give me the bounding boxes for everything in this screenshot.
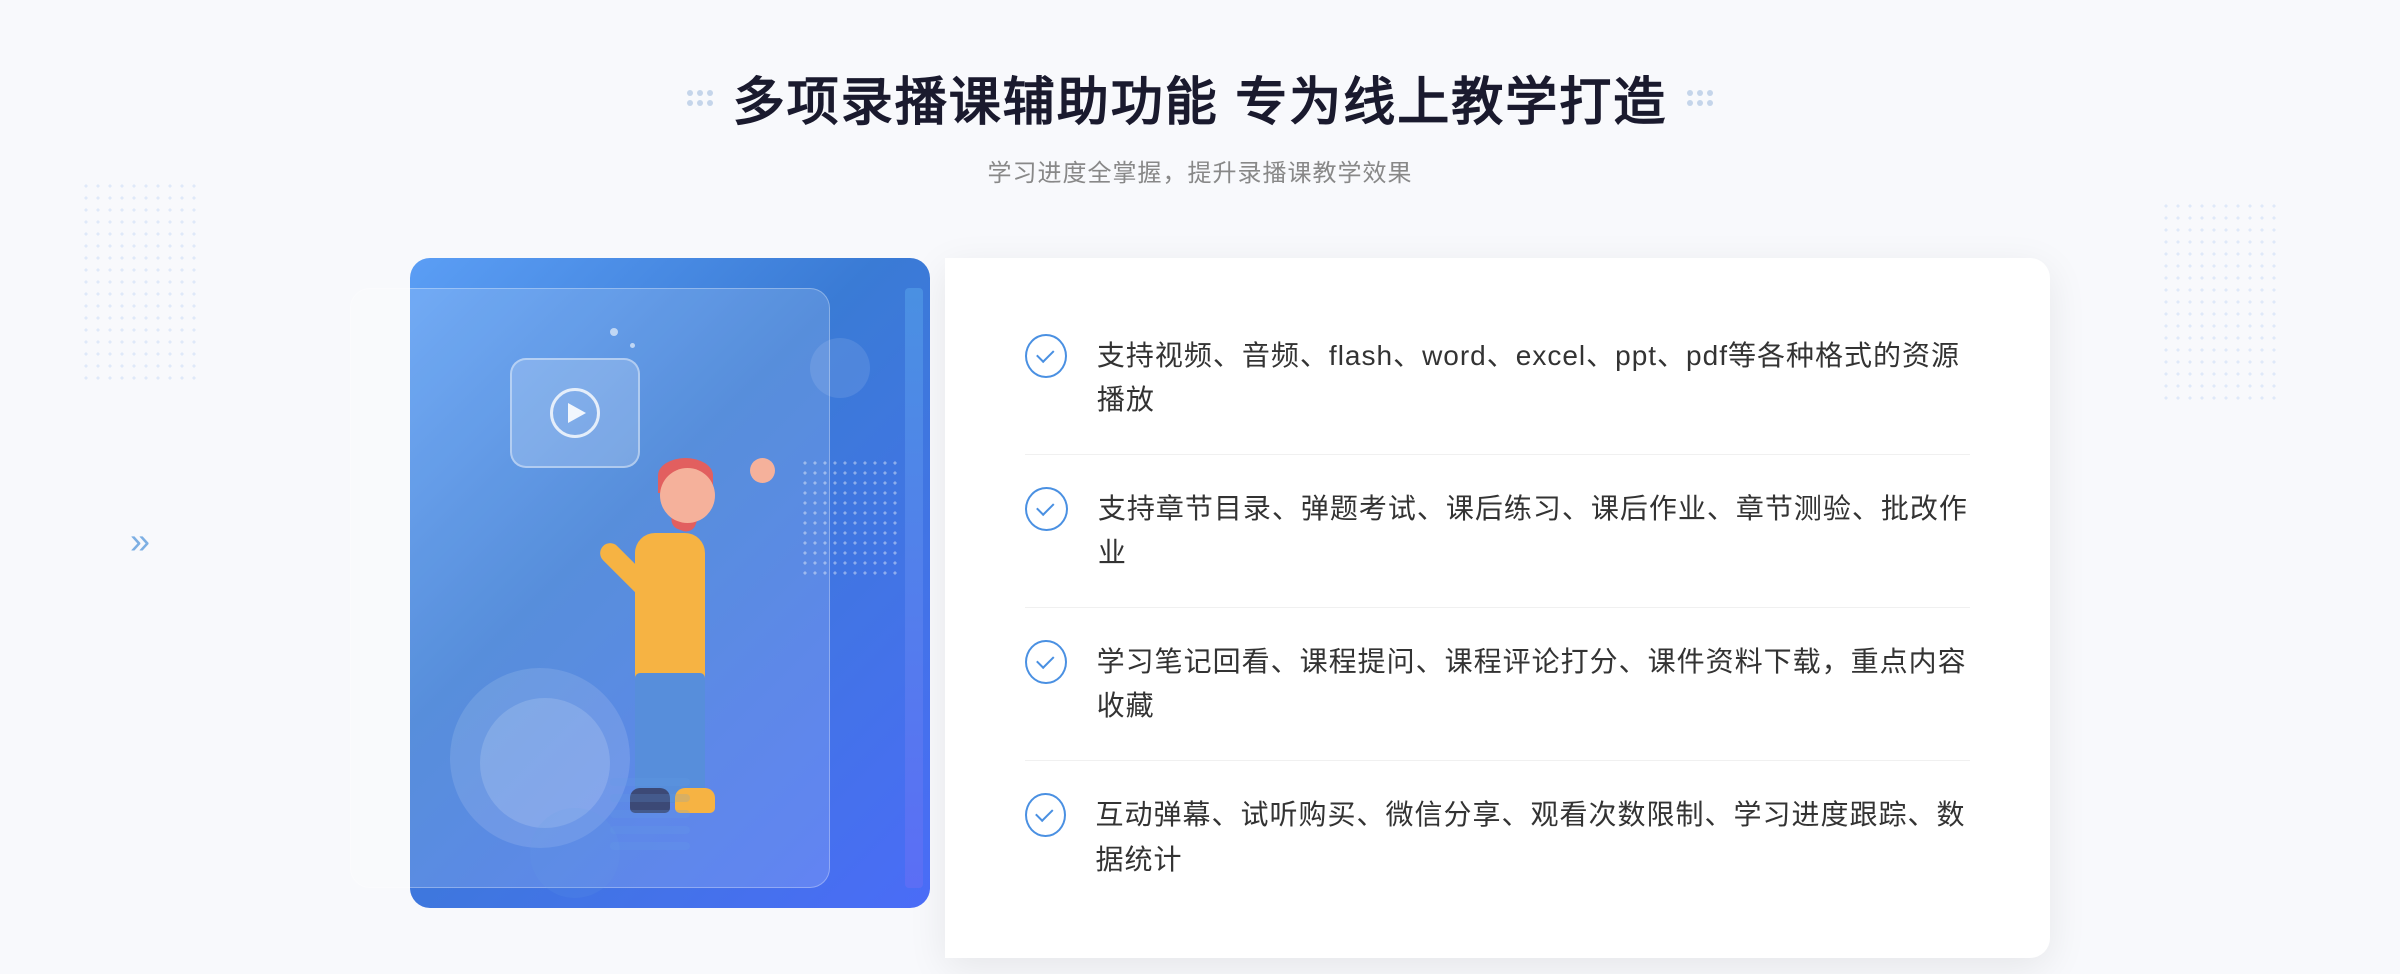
feature-text-3: 学习笔记回看、课程提问、课程评论打分、课件资料下载，重点内容收藏	[1097, 640, 1970, 730]
subtitle: 学习进度全掌握，提升录播课教学效果	[687, 153, 1713, 188]
main-title: 多项录播课辅助功能 专为线上教学打造	[733, 60, 1667, 135]
arrow-left-icon: »	[130, 520, 150, 562]
check-icon-2	[1025, 487, 1068, 531]
title-dots-right	[1687, 90, 1713, 106]
divider-3	[1025, 760, 1970, 761]
check-icon-4	[1025, 793, 1066, 837]
divider-1	[1025, 454, 1970, 455]
decorative-dots-left	[80, 180, 200, 380]
title-row: 多项录播课辅助功能 专为线上教学打造	[687, 60, 1713, 135]
deco-stripes	[610, 778, 690, 878]
white-card-overlay	[350, 288, 830, 888]
feature-item-4: 互动弹幕、试听购买、微信分享、观看次数限制、学习进度跟踪、数据统计	[1025, 773, 1970, 903]
feature-text-2: 支持章节目录、弹题考试、课后练习、课后作业、章节测验、批改作业	[1098, 487, 1970, 577]
feature-item-1: 支持视频、音频、flash、word、excel、ppt、pdf等各种格式的资源…	[1025, 314, 1970, 444]
header-section: 多项录播课辅助功能 专为线上教学打造 学习进度全掌握，提升录播课教学效果	[687, 60, 1713, 188]
stripe-5	[610, 842, 690, 850]
page-container: » 多项录播课辅助功能 专为线上教学打造 学习进度全掌握，提升录播课教学效果	[0, 0, 2400, 974]
stripe-2	[610, 794, 690, 802]
feature-text-1: 支持视频、音频、flash、word、excel、ppt、pdf等各种格式的资源…	[1097, 334, 1970, 424]
decorative-dots-right	[2160, 200, 2280, 400]
stripe-1	[610, 778, 690, 786]
right-content-section: 支持视频、音频、flash、word、excel、ppt、pdf等各种格式的资源…	[945, 258, 2050, 958]
stripe-3	[610, 810, 690, 818]
stripe-4	[610, 826, 690, 834]
content-area: 支持视频、音频、flash、word、excel、ppt、pdf等各种格式的资源…	[350, 238, 2050, 958]
feature-text-4: 互动弹幕、试听购买、微信分享、观看次数限制、学习进度跟踪、数据统计	[1096, 793, 1970, 883]
deco-circle-bottom	[530, 808, 620, 898]
check-icon-3	[1025, 640, 1067, 684]
check-icon-1	[1025, 334, 1067, 378]
title-dots-left	[687, 90, 713, 106]
divider-2	[1025, 607, 1970, 608]
left-image-section	[350, 258, 950, 958]
feature-item-2: 支持章节目录、弹题考试、课后练习、课后作业、章节测验、批改作业	[1025, 467, 1970, 597]
blue-accent-bar	[905, 288, 923, 888]
feature-item-3: 学习笔记回看、课程提问、课程评论打分、课件资料下载，重点内容收藏	[1025, 620, 1970, 750]
